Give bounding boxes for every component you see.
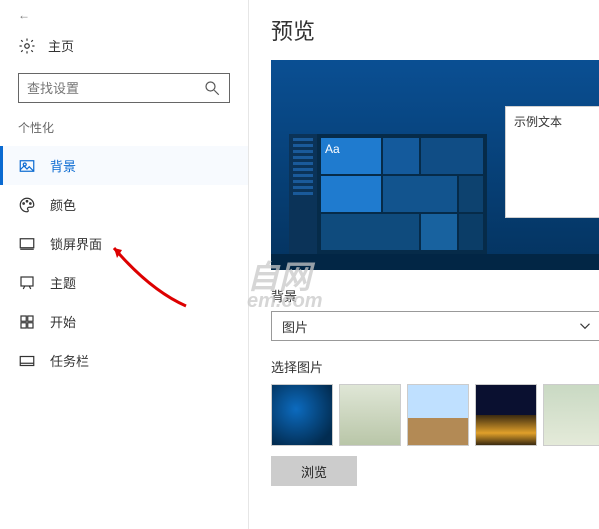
browse-button[interactable]: 浏览 — [271, 456, 357, 486]
search-input[interactable] — [27, 81, 203, 96]
nav-label: 任务栏 — [50, 351, 89, 370]
palette-icon — [18, 196, 36, 214]
picture-thumb[interactable] — [475, 384, 537, 446]
home-label: 主页 — [48, 36, 74, 55]
preview-sample-window: 示例文本 — [505, 106, 599, 218]
picture-thumb[interactable] — [543, 384, 599, 446]
page-title: 预览 — [271, 14, 599, 46]
search-box[interactable] — [18, 73, 230, 103]
nav-start[interactable]: 开始 — [0, 302, 248, 341]
picture-icon — [18, 157, 36, 175]
background-type-select[interactable]: 图片 — [271, 311, 599, 341]
brush-icon — [18, 274, 36, 292]
settings-sidebar: ← 主页 个性化 背景 颜色 — [0, 0, 249, 529]
monitor-icon — [18, 235, 36, 253]
preview-startmenu — [289, 134, 487, 254]
nav-background[interactable]: 背景 — [0, 146, 248, 185]
select-value: 图片 — [282, 317, 308, 336]
nav-taskbar[interactable]: 任务栏 — [0, 341, 248, 380]
search-icon — [203, 79, 221, 97]
main-content: 预览 示例文本 自网 em.com 背景 图片 — [249, 0, 599, 529]
window-controls: ← — [0, 8, 248, 28]
nav-colors[interactable]: 颜色 — [0, 185, 248, 224]
category-label: 个性化 — [0, 113, 248, 146]
nav-label: 背景 — [50, 156, 76, 175]
nav-label: 主题 — [50, 273, 76, 292]
picture-thumb[interactable] — [271, 384, 333, 446]
picture-thumbs — [271, 384, 599, 446]
nav-themes[interactable]: 主题 — [0, 263, 248, 302]
preview-taskbar — [271, 254, 599, 270]
chevron-down-icon — [576, 317, 594, 335]
nav-label: 锁屏界面 — [50, 234, 102, 253]
picture-thumb[interactable] — [407, 384, 469, 446]
nav-lockscreen[interactable]: 锁屏界面 — [0, 224, 248, 263]
home-link[interactable]: 主页 — [0, 28, 248, 63]
sample-text: 示例文本 — [514, 115, 562, 129]
start-icon — [18, 313, 36, 331]
picture-thumb[interactable] — [339, 384, 401, 446]
taskbar-icon — [18, 352, 36, 370]
choose-picture-label: 选择图片 — [271, 357, 599, 376]
background-section-label: 背景 — [271, 286, 599, 305]
desktop-preview: 示例文本 — [271, 60, 599, 270]
nav-label: 颜色 — [50, 195, 76, 214]
gear-icon — [18, 37, 36, 55]
nav-label: 开始 — [50, 312, 76, 331]
